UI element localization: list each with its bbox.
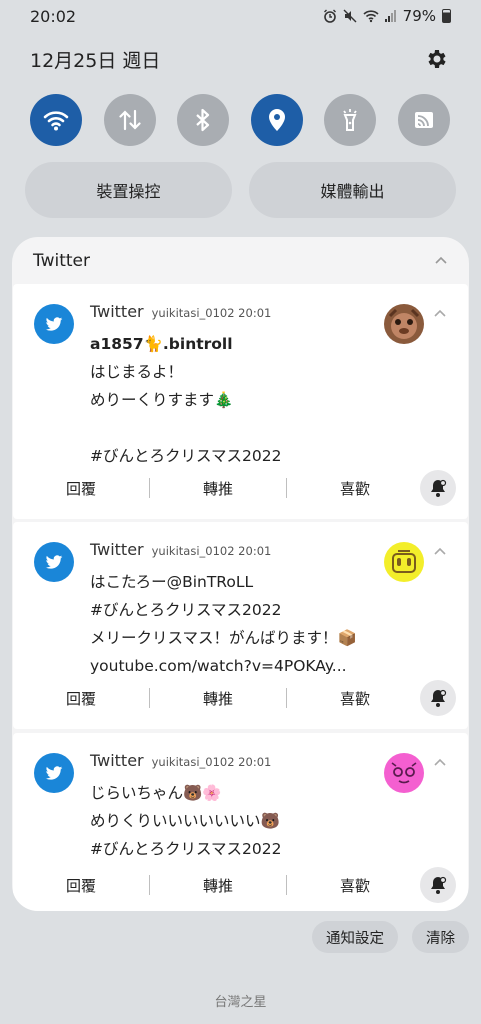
alarm-icon bbox=[323, 9, 336, 23]
pill-row: 裝置操控 媒體輸出 bbox=[25, 162, 456, 218]
bell-icon[interactable] bbox=[420, 470, 456, 506]
like-button[interactable]: 喜歡 bbox=[287, 478, 423, 499]
mute-icon bbox=[343, 9, 357, 23]
reply-button[interactable]: 回覆 bbox=[13, 688, 149, 709]
notification-panel: Twitter Twitter yuikitasi_0102 20:01 a18… bbox=[12, 237, 469, 911]
twitter-logo-icon bbox=[34, 304, 74, 344]
wifi-icon bbox=[363, 10, 379, 23]
notification-meta: yuikitasi_0102 20:01 bbox=[151, 306, 272, 320]
group-header[interactable]: Twitter bbox=[12, 237, 469, 285]
wifi-toggle[interactable] bbox=[30, 94, 82, 146]
cast-icon bbox=[414, 112, 433, 128]
battery-percent: 79% bbox=[402, 7, 436, 25]
date-row: 12月25日 週日 bbox=[30, 44, 450, 74]
retweet-button[interactable]: 轉推 bbox=[150, 688, 286, 709]
retweet-button[interactable]: 轉推 bbox=[150, 478, 286, 499]
chevron-up-icon[interactable] bbox=[433, 253, 449, 269]
notification-meta: yuikitasi_0102 20:01 bbox=[151, 544, 272, 558]
like-button[interactable]: 喜歡 bbox=[287, 688, 423, 709]
app-name: Twitter bbox=[90, 751, 144, 770]
notification-line: メリークリスマス！がんばります！📦 bbox=[90, 629, 357, 647]
twitter-logo-icon bbox=[34, 753, 74, 793]
status-icons: 79% bbox=[323, 7, 451, 25]
chevron-up-icon[interactable] bbox=[432, 544, 448, 560]
bell-icon[interactable] bbox=[420, 680, 456, 716]
action-row: 回覆 轉推 喜歡 bbox=[13, 476, 423, 500]
data-transfer-icon bbox=[118, 109, 141, 131]
notification-line: じらいちゃん🐻🌸 bbox=[90, 784, 222, 802]
flashlight-icon bbox=[343, 109, 358, 131]
notification-body: はこたろー@BinTRoLL #びんとろクリスマス2022 メリークリスマス！が… bbox=[90, 568, 398, 680]
bottom-actions: 通知設定 清除 bbox=[312, 921, 469, 953]
notification-line: #びんとろクリスマス2022 bbox=[90, 601, 282, 619]
clear-button[interactable]: 清除 bbox=[412, 921, 469, 953]
group-title: Twitter bbox=[33, 251, 90, 271]
notification-card[interactable]: Twitter yuikitasi_0102 20:01 a1857🐈.bint… bbox=[13, 284, 468, 519]
notification-line: めりくりいいいいいいい🐻 bbox=[90, 812, 280, 830]
chevron-up-icon[interactable] bbox=[432, 306, 448, 322]
notification-card[interactable]: Twitter yuikitasi_0102 20:01 はこたろー@BinTR… bbox=[13, 522, 468, 729]
date-label: 12月25日 週日 bbox=[30, 49, 161, 72]
reply-button[interactable]: 回覆 bbox=[13, 478, 149, 499]
app-line: Twitter yuikitasi_0102 20:01 bbox=[90, 751, 271, 770]
notification-body: a1857🐈.bintroll はじまるよ！ めりーくりすます🎄 #びんとろクリ… bbox=[90, 330, 398, 470]
notification-line: #びんとろクリスマス2022 bbox=[90, 840, 282, 858]
notification-card[interactable]: Twitter yuikitasi_0102 20:01 じらいちゃん🐻🌸 めり… bbox=[13, 733, 468, 911]
location-icon bbox=[268, 109, 285, 131]
notification-line: めりーくりすます🎄 bbox=[90, 391, 234, 409]
carrier-label: 台灣之星 bbox=[214, 995, 267, 1010]
bluetooth-icon bbox=[196, 108, 210, 132]
gear-icon[interactable] bbox=[424, 46, 450, 72]
status-bar: 20:02 79% bbox=[0, 0, 481, 32]
app-line: Twitter yuikitasi_0102 20:01 bbox=[90, 302, 271, 321]
battery-icon bbox=[442, 9, 451, 23]
notification-line bbox=[90, 414, 398, 442]
bluetooth-toggle[interactable] bbox=[177, 94, 230, 146]
action-row: 回覆 轉推 喜歡 bbox=[13, 686, 423, 710]
notification-body: じらいちゃん🐻🌸 めりくりいいいいいいい🐻 #びんとろクリスマス2022 bbox=[90, 779, 398, 863]
notification-line: youtube.com/watch?v=4POKAy... bbox=[90, 657, 347, 675]
clock: 20:02 bbox=[30, 6, 77, 26]
like-button[interactable]: 喜歡 bbox=[287, 875, 423, 896]
notification-line: a1857🐈.bintroll bbox=[90, 335, 233, 353]
action-row: 回覆 轉推 喜歡 bbox=[13, 873, 423, 897]
chevron-up-icon[interactable] bbox=[432, 755, 448, 771]
media-output-button[interactable]: 媒體輸出 bbox=[249, 162, 456, 218]
notification-line: はじまるよ！ bbox=[90, 363, 184, 381]
flashlight-toggle[interactable] bbox=[324, 94, 377, 146]
notification-line: #びんとろクリスマス2022 bbox=[90, 447, 282, 465]
notification-meta: yuikitasi_0102 20:01 bbox=[151, 755, 272, 769]
cast-toggle[interactable] bbox=[397, 94, 450, 146]
reply-button[interactable]: 回覆 bbox=[13, 875, 149, 896]
signal-icon bbox=[384, 10, 396, 22]
app-name: Twitter bbox=[90, 540, 144, 559]
wifi-icon bbox=[43, 111, 69, 131]
twitter-logo-icon bbox=[34, 542, 74, 582]
notification-line: はこたろー@BinTRoLL bbox=[90, 573, 254, 591]
bell-icon[interactable] bbox=[420, 867, 456, 903]
notification-settings-button[interactable]: 通知設定 bbox=[312, 921, 398, 953]
retweet-button[interactable]: 轉推 bbox=[150, 875, 286, 896]
app-line: Twitter yuikitasi_0102 20:01 bbox=[90, 540, 271, 559]
location-toggle[interactable] bbox=[250, 94, 303, 146]
quick-settings-row bbox=[30, 94, 450, 146]
device-control-button[interactable]: 裝置操控 bbox=[25, 162, 232, 218]
app-name: Twitter bbox=[90, 302, 144, 321]
mobile-data-toggle[interactable] bbox=[103, 94, 156, 146]
